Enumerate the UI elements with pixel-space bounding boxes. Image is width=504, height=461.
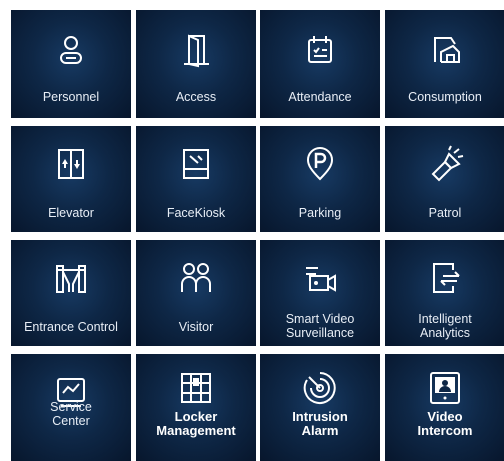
tile-label: Intelligent Analytics: [418, 312, 472, 340]
tile-label: Smart Video Surveillance: [285, 312, 355, 340]
tile-consumption[interactable]: Consumption: [385, 10, 504, 118]
tile-intelligent-analytics[interactable]: Intelligent Analytics: [385, 240, 504, 346]
tile-label: FaceKiosk: [166, 206, 226, 220]
tile-label: Video Intercom: [417, 409, 473, 438]
tile-video-intercom[interactable]: Video Intercom: [385, 354, 504, 461]
elevator-icon: [11, 142, 131, 186]
tile-label: Locker Management: [156, 409, 236, 438]
tile-service-center[interactable]: Service Center: [11, 354, 131, 461]
door-icon: [136, 28, 256, 72]
tile-label: Service Center: [50, 400, 92, 428]
intercom-icon: [385, 366, 504, 410]
tile-smart-video-surveillance[interactable]: Smart Video Surveillance: [260, 240, 380, 346]
tile-label: Entrance Control: [24, 320, 118, 334]
tile-personnel[interactable]: Personnel: [11, 10, 131, 118]
tile-label: Attendance: [288, 90, 352, 104]
calendar-icon: [260, 28, 380, 72]
locker-icon: [136, 366, 256, 410]
visitor-icon: [136, 256, 256, 300]
personnel-icon: [11, 28, 131, 72]
module-grid: Personnel Access Attendance Consumption …: [0, 0, 504, 461]
flashlight-icon: [385, 142, 504, 186]
tile-label: Access: [175, 90, 217, 104]
tile-entrance-control[interactable]: Entrance Control: [11, 240, 131, 346]
tile-label: Visitor: [178, 320, 214, 334]
tile-label: Personnel: [42, 90, 100, 104]
analytics-icon: [385, 256, 504, 300]
tile-elevator[interactable]: Elevator: [11, 126, 131, 232]
tile-intrusion-alarm[interactable]: Intrusion Alarm: [260, 354, 380, 461]
tile-patrol[interactable]: Patrol: [385, 126, 504, 232]
tile-access[interactable]: Access: [136, 10, 256, 118]
face-kiosk-icon: [136, 142, 256, 186]
tile-facekiosk[interactable]: FaceKiosk: [136, 126, 256, 232]
tile-parking[interactable]: Parking: [260, 126, 380, 232]
radar-icon: [260, 366, 380, 410]
tile-locker-management[interactable]: Locker Management: [136, 354, 256, 461]
tile-label: Consumption: [408, 90, 482, 104]
tile-label: Elevator: [48, 206, 94, 220]
tile-label: Patrol: [428, 206, 462, 220]
turnstile-icon: [11, 256, 131, 300]
tile-label: Parking: [298, 206, 342, 220]
tile-visitor[interactable]: Visitor: [136, 240, 256, 346]
parking-icon: [260, 142, 380, 186]
shop-icon: [385, 28, 504, 72]
tile-attendance[interactable]: Attendance: [260, 10, 380, 118]
tile-label: Intrusion Alarm: [292, 409, 348, 438]
video-camera-icon: [260, 256, 380, 300]
